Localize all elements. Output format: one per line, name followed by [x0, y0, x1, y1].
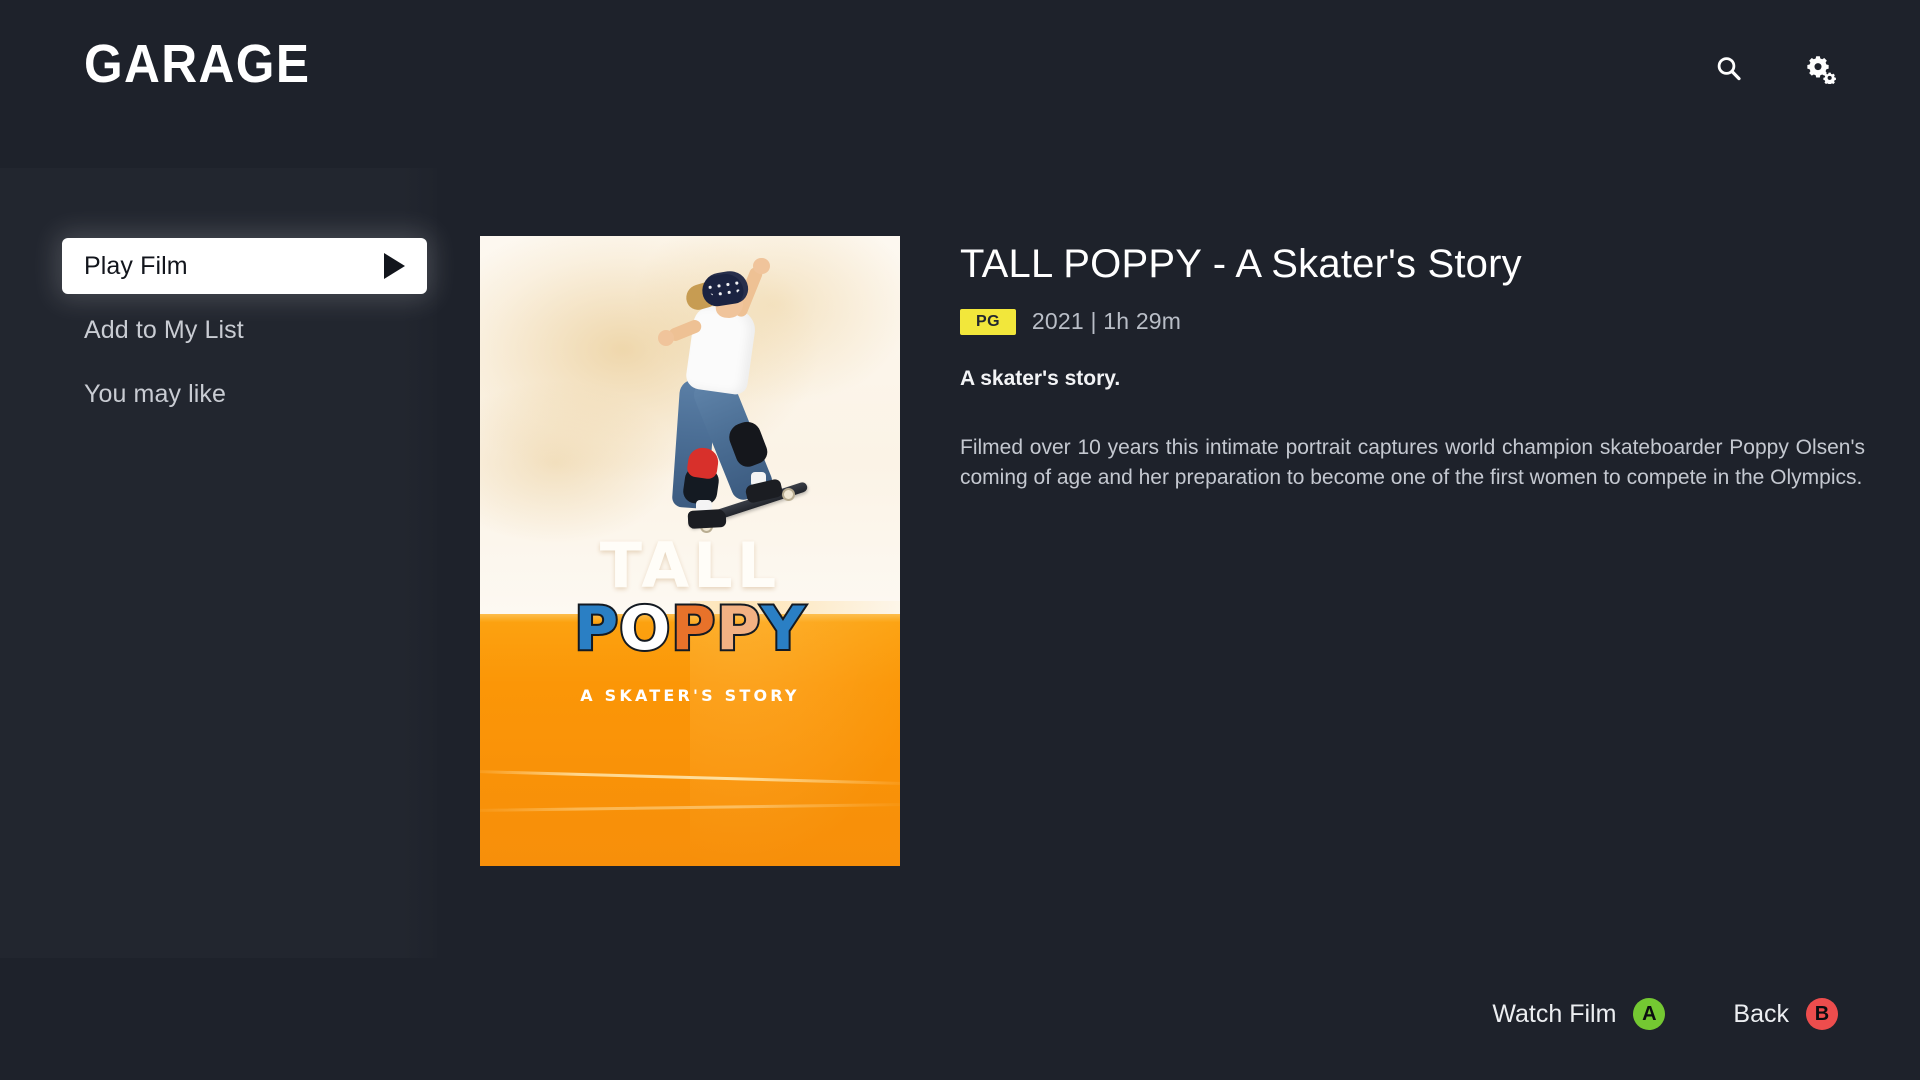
- film-detail-panel: TALL POPPY - A Skater's Story PG 2021 | …: [960, 242, 1870, 494]
- search-icon[interactable]: [1712, 52, 1746, 86]
- skater-fist-forward: [658, 330, 674, 346]
- app-root: GARAGE Play Film Add to My List You may …: [0, 0, 1920, 1080]
- menu-item-add-to-my-list[interactable]: Add to My List: [62, 302, 427, 358]
- film-tagline: A skater's story.: [960, 367, 1121, 390]
- hint-back[interactable]: Back B: [1733, 998, 1838, 1030]
- film-meta-text: 2021 | 1h 29m: [1031, 308, 1182, 334]
- skater-fist-raised: [753, 258, 770, 274]
- menu-item-you-may-like[interactable]: You may like: [62, 366, 427, 422]
- rating-badge: PG: [960, 308, 1016, 335]
- play-triangle-icon: [384, 253, 405, 279]
- app-logo: GARAGE: [84, 34, 311, 94]
- menu-item-label: Add to My List: [84, 315, 244, 344]
- skateboard-wheel: [782, 488, 795, 501]
- menu-item-label: You may like: [84, 379, 227, 408]
- hint-label: Back: [1733, 999, 1789, 1028]
- hint-label: Watch Film: [1492, 999, 1617, 1028]
- film-meta-row: PG 2021 | 1h 29m: [960, 308, 1870, 335]
- button-a-icon: A: [1633, 998, 1666, 1030]
- poster-letter: O: [617, 592, 672, 666]
- poster-subtitle: A SKATER'S STORY: [580, 686, 800, 705]
- skater-shoe: [687, 509, 727, 529]
- film-synopsis: Filmed over 10 years this intimate portr…: [960, 436, 1865, 490]
- controller-hint-bar: Watch Film A Back B: [1492, 998, 1838, 1030]
- poster-letter: P: [714, 592, 762, 666]
- poster-letter: Y: [759, 592, 806, 666]
- gear-icon[interactable]: [1804, 52, 1838, 86]
- action-menu: Play Film Add to My List You may like: [62, 238, 427, 426]
- menu-item-play-film[interactable]: Play Film: [62, 238, 427, 294]
- menu-item-label: Play Film: [84, 251, 188, 280]
- app-header: GARAGE: [0, 0, 1920, 150]
- film-poster[interactable]: TALL POPPY A SKATER'S STORY: [480, 236, 900, 866]
- poster-letter: P: [572, 592, 620, 666]
- page-title: TALL POPPY - A Skater's Story: [960, 242, 1522, 286]
- poster-letter: P: [669, 592, 717, 666]
- hint-watch-film[interactable]: Watch Film A: [1492, 998, 1666, 1030]
- button-b-icon: B: [1806, 998, 1838, 1030]
- header-icon-group: [1712, 52, 1838, 86]
- poster-title-tall: TALL: [599, 529, 781, 602]
- poster-title-poppy: POPPY: [480, 592, 900, 666]
